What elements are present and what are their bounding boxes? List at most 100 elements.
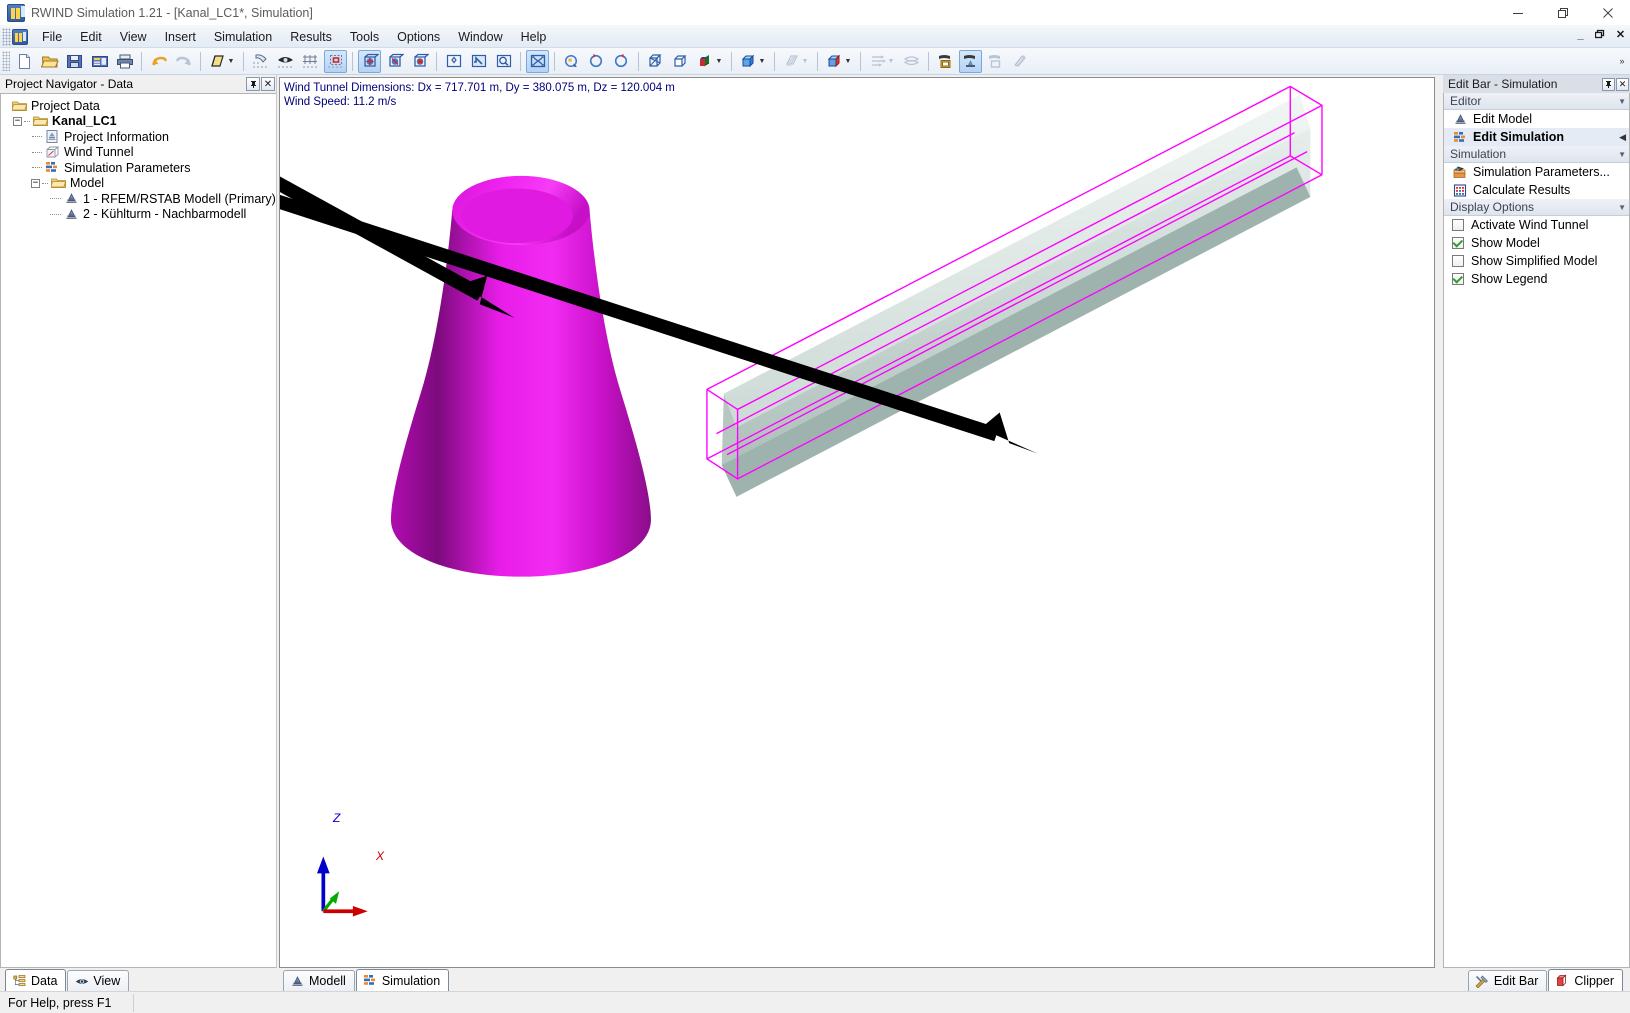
rotate-cw-icon[interactable]	[610, 50, 633, 73]
snap-grid-icon[interactable]	[249, 50, 272, 73]
toolbar-drag-grip[interactable]	[2, 51, 10, 71]
project-data-tree[interactable]: Project Data − Kanal_LC1 Project Informa…	[0, 93, 276, 968]
toolbar-overflow-button[interactable]: »	[1616, 51, 1628, 71]
pin-icon[interactable]	[1602, 77, 1615, 91]
tab-view[interactable]: View	[67, 970, 130, 991]
tab-data[interactable]: Data	[5, 969, 67, 991]
iso-surface-icon[interactable]	[900, 50, 923, 73]
3d-viewport[interactable]: Wind Tunnel Dimensions: Dx = 717.701 m, …	[279, 77, 1435, 968]
tab-edit-bar[interactable]: Edit Bar	[1467, 970, 1548, 991]
menu-item-window[interactable]: Window	[449, 27, 511, 47]
restore-icon[interactable]	[1540, 0, 1585, 26]
new-document-icon[interactable]	[13, 50, 36, 73]
editbar-item-calculate-results[interactable]: Calculate Results	[1444, 181, 1629, 199]
fit-all-icon[interactable]	[526, 49, 549, 73]
close-icon[interactable]: ✕	[1616, 77, 1629, 91]
editbar-item-simulation-parameters[interactable]: Simulation Parameters...	[1444, 163, 1629, 181]
chevron-down-icon[interactable]: ▼	[845, 58, 852, 65]
rotate-ccw-icon[interactable]	[585, 50, 608, 73]
tree-item-simulation-parameters[interactable]: Simulation Parameters	[1, 160, 276, 176]
mdi-close-icon[interactable]: ✕	[1614, 28, 1627, 41]
chevron-down-icon[interactable]: ▼	[888, 58, 895, 65]
menu-item-edit[interactable]: Edit	[71, 27, 111, 47]
tree-expander-collapse-icon[interactable]: −	[31, 178, 40, 188]
close-icon[interactable]	[1585, 0, 1630, 26]
render-mode-icon[interactable]: ▼	[206, 50, 238, 73]
magnifier-icon[interactable]	[492, 50, 515, 73]
edit-bar-section-simulation[interactable]: Simulation ▼	[1444, 146, 1629, 163]
terrain-icon[interactable]	[934, 50, 957, 73]
menu-item-tools[interactable]: Tools	[341, 27, 388, 47]
perspective-cube-icon[interactable]	[669, 50, 692, 73]
editbar-item-edit-simulation[interactable]: Edit Simulation ◀	[1444, 128, 1629, 146]
tab-clipper[interactable]: Clipper	[1548, 969, 1623, 991]
chevron-down-icon[interactable]: ▼	[1618, 203, 1626, 212]
chevron-down-icon[interactable]: ▼	[228, 58, 235, 65]
chevron-down-icon[interactable]: ▼	[802, 58, 809, 65]
chevron-down-icon[interactable]: ▼	[1618, 97, 1626, 106]
chevron-down-icon[interactable]: ▼	[759, 58, 766, 65]
checkbox-box[interactable]	[1452, 219, 1464, 231]
rotate-left-icon[interactable]	[560, 50, 583, 73]
undo-arrow-icon[interactable]	[147, 50, 170, 73]
chevron-down-icon[interactable]: ▼	[716, 58, 723, 65]
minimize-icon[interactable]	[1495, 0, 1540, 26]
red-cube-icon[interactable]: ▼	[823, 50, 855, 73]
blue-cube-icon[interactable]: ▼	[737, 50, 769, 73]
legend-icon[interactable]	[1009, 50, 1032, 73]
selection-box-icon[interactable]	[324, 49, 347, 73]
chevron-down-icon[interactable]: ▼	[1618, 150, 1626, 159]
menu-item-options[interactable]: Options	[388, 27, 449, 47]
edit-bar-section-display-options[interactable]: Display Options ▼	[1444, 199, 1629, 216]
pin-icon[interactable]	[246, 77, 260, 91]
zoom-previous-icon[interactable]	[467, 50, 490, 73]
menu-drag-grip[interactable]	[2, 27, 11, 46]
close-icon[interactable]: ✕	[261, 77, 275, 91]
tab-modell[interactable]: Modell	[283, 970, 355, 991]
view-cube-xz-icon[interactable]	[383, 50, 406, 73]
tree-expander-collapse-icon[interactable]: −	[13, 116, 22, 126]
menu-item-results[interactable]: Results	[281, 27, 341, 47]
mdi-minimize-icon[interactable]: _	[1574, 28, 1587, 41]
flow-arrows-icon[interactable]: ▼	[866, 50, 898, 73]
checkbox-box[interactable]	[1452, 237, 1464, 249]
view-cube-xy-icon[interactable]	[358, 49, 381, 73]
tree-item-rfem-rstab-modell[interactable]: 1 - RFEM/RSTAB Modell (Primary)	[1, 191, 276, 207]
rgb-axis-icon[interactable]: ▼	[694, 50, 726, 73]
object-snap-icon[interactable]	[274, 50, 297, 73]
redo-arrow-icon[interactable]	[172, 50, 195, 73]
editbar-item-edit-model[interactable]: Edit Model	[1444, 110, 1629, 128]
open-folder-icon[interactable]	[38, 50, 61, 73]
tree-item-model[interactable]: − Model	[1, 176, 276, 192]
menu-item-file[interactable]: File	[33, 27, 71, 47]
menu-item-view[interactable]: View	[111, 27, 156, 47]
printer-icon[interactable]	[113, 50, 136, 73]
menu-item-help[interactable]: Help	[512, 27, 556, 47]
menu-item-simulation[interactable]: Simulation	[205, 27, 281, 47]
tree-item-project-information[interactable]: Project Information	[1, 129, 276, 145]
menu-app-icon[interactable]	[12, 28, 28, 45]
tree-item-kanal-lc1[interactable]: − Kanal_LC1	[1, 114, 276, 130]
tab-simulation[interactable]: Simulation	[355, 969, 450, 991]
tree-item-project-data[interactable]: Project Data	[1, 98, 276, 114]
floppy-disk-icon[interactable]	[63, 50, 86, 73]
view-cube-yz-icon[interactable]	[408, 50, 431, 73]
show-model-icon[interactable]	[959, 49, 982, 73]
simplified-model-icon[interactable]	[984, 50, 1007, 73]
hatched-plane-icon[interactable]: ▼	[780, 50, 812, 73]
tree-item-wind-tunnel[interactable]: Wind Tunnel	[1, 145, 276, 161]
checkbox-box[interactable]	[1452, 255, 1464, 267]
wireframe-cube-icon[interactable]	[644, 50, 667, 73]
print-preview-icon[interactable]	[88, 50, 111, 73]
checkbox-activate-wind-tunnel[interactable]: Activate Wind Tunnel	[1444, 216, 1629, 234]
checkbox-show-legend[interactable]: Show Legend	[1444, 270, 1629, 288]
mdi-restore-icon[interactable]	[1594, 28, 1607, 41]
zoom-extents-icon[interactable]	[442, 50, 465, 73]
checkbox-box[interactable]	[1452, 273, 1464, 285]
edit-bar-section-editor[interactable]: Editor ▼	[1444, 93, 1629, 110]
grid-crosshair-icon[interactable]	[299, 50, 322, 73]
menu-item-insert[interactable]: Insert	[156, 27, 205, 47]
checkbox-show-simplified-model[interactable]: Show Simplified Model	[1444, 252, 1629, 270]
tree-item-kuehlturm-nachbarmodell[interactable]: 2 - Kühlturm - Nachbarmodell	[1, 207, 276, 223]
checkbox-show-model[interactable]: Show Model	[1444, 234, 1629, 252]
